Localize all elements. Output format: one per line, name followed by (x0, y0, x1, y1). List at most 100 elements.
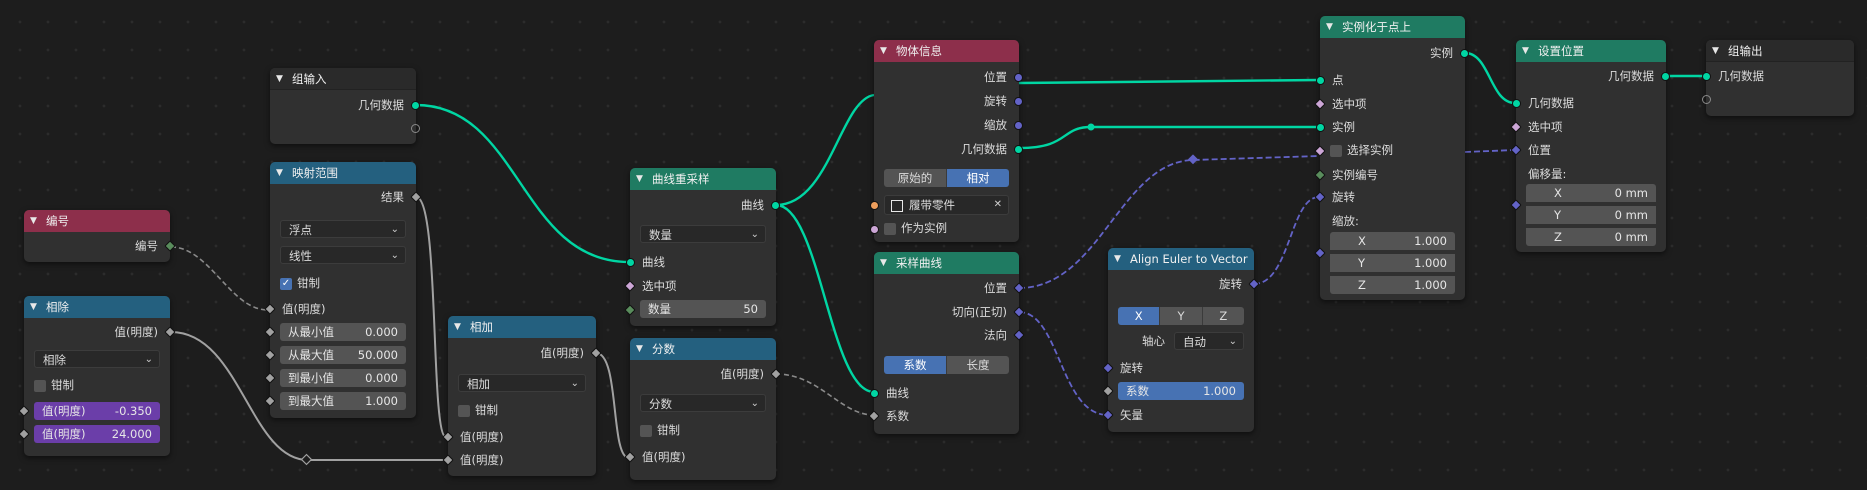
value-b-field[interactable]: 值(明度) 24.000 (34, 425, 160, 443)
sample-mode-toggle[interactable]: 系数 长度 (884, 356, 1009, 374)
mode-length[interactable]: 长度 (947, 356, 1009, 374)
object-info-node[interactable]: ▼ 物体信息 位置 旋转 缩放 几何数据 原始的 相对 履带零件 ✕ 作为实例 (870, 40, 1023, 242)
offset-x-field[interactable]: X 0 mm (1526, 184, 1656, 202)
count-field[interactable]: 数量 50 (640, 300, 766, 318)
clamp-checkbox[interactable]: ✓ 钳制 (280, 275, 320, 291)
index-node[interactable]: ▼ 编号 编号 (24, 210, 176, 262)
node-header[interactable]: ▼ 物体信息 (874, 40, 1019, 62)
chevron-down-icon[interactable]: ▼ (636, 174, 646, 184)
divide-node[interactable]: ▼ 相除 值(明度) 相除 ⌄ 钳制 值(明度) -0.350 值(明度) 24.000 (18, 296, 176, 456)
object-picker[interactable]: 履带零件 ✕ (884, 195, 1009, 215)
chevron-down-icon[interactable]: ▼ (880, 46, 890, 56)
input-socket[interactable] (870, 225, 879, 234)
field-label: Z (1554, 230, 1562, 244)
clamp-checkbox[interactable]: 钳制 (458, 402, 498, 418)
chevron-down-icon[interactable]: ▼ (1712, 46, 1722, 56)
align-euler-node[interactable]: ▼ Align Euler to Vector 旋转 X Y Z 轴心 自动 ⌄ 旋… (1102, 248, 1260, 432)
node-header[interactable]: ▼ 实例化于点上 (1320, 16, 1465, 38)
node-header[interactable]: ▼ Align Euler to Vector (1108, 248, 1254, 270)
as-instance-checkbox[interactable]: 作为实例 (884, 220, 947, 236)
output-socket[interactable] (1661, 72, 1670, 81)
node-header[interactable]: ▼ 组输出 (1706, 40, 1854, 62)
pivot-dropdown[interactable]: 自动 ⌄ (1174, 332, 1244, 350)
chevron-down-icon[interactable]: ▼ (30, 302, 40, 312)
map-range-node[interactable]: ▼ 映射范围 结果 浮点 ⌄ 线性 ⌄ ✓ 钳制 值(明度) 从最小值 0.000 从最大… (264, 162, 422, 418)
offset-y-field[interactable]: Y 0 mm (1526, 206, 1656, 224)
output-socket[interactable] (1460, 49, 1469, 58)
mode-dropdown[interactable]: 数量 ⌄ (640, 225, 766, 243)
operation-dropdown[interactable]: 分数 ⌄ (640, 394, 766, 412)
field-value: 0.000 (365, 371, 398, 385)
from-min-field[interactable]: 从最小值 0.000 (280, 323, 406, 341)
checkbox-box[interactable] (458, 404, 470, 417)
checkbox-box[interactable] (640, 424, 652, 437)
factor-field[interactable]: 系数 1.000 (1118, 382, 1244, 400)
node-header[interactable]: ▼ 相加 (448, 316, 596, 338)
checkbox-box[interactable] (884, 222, 896, 235)
to-max-field[interactable]: 到最大值 1.000 (280, 392, 406, 410)
input-socket[interactable] (870, 201, 879, 210)
mode-original[interactable]: 原始的 (884, 169, 947, 187)
axis-x[interactable]: X (1118, 307, 1161, 325)
checkbox-box[interactable] (1330, 144, 1342, 157)
chevron-down-icon[interactable]: ▼ (1114, 254, 1124, 264)
node-header[interactable]: ▼ 设置位置 (1516, 40, 1666, 62)
from-max-field[interactable]: 从最大值 50.000 (280, 346, 406, 364)
clamp-checkbox[interactable]: 钳制 (34, 377, 74, 393)
scale-x-field[interactable]: X 1.000 (1330, 232, 1455, 250)
output-socket[interactable] (1014, 121, 1023, 130)
axis-z[interactable]: Z (1202, 307, 1244, 325)
output-socket[interactable] (411, 101, 420, 110)
group-input-node[interactable]: ▼ 组输入 几何数据 (270, 68, 420, 144)
instance-on-points-node[interactable]: ▼ 实例化于点上 实例 点 选中项 实例 选择实例 实例编号 旋转 缩放: X 1.… (1314, 16, 1469, 300)
value-a-field[interactable]: 值(明度) -0.350 (34, 402, 160, 420)
chevron-down-icon[interactable]: ▼ (880, 258, 890, 268)
checkbox-label: 钳制 (475, 403, 498, 417)
node-header[interactable]: ▼ 曲线重采样 (630, 168, 776, 190)
node-header[interactable]: ▼ 映射范围 (270, 162, 416, 184)
axis-toggle[interactable]: X Y Z (1118, 307, 1244, 325)
clear-icon[interactable]: ✕ (994, 196, 1002, 214)
output-socket[interactable] (1014, 145, 1023, 154)
transform-space-toggle[interactable]: 原始的 相对 (884, 169, 1009, 187)
chevron-down-icon[interactable]: ▼ (276, 168, 286, 178)
chevron-down-icon[interactable]: ▼ (276, 74, 286, 84)
node-header[interactable]: ▼ 采样曲线 (874, 252, 1019, 274)
output-socket[interactable] (1014, 73, 1023, 82)
scale-z-field[interactable]: Z 1.000 (1330, 276, 1455, 294)
mode-factor[interactable]: 系数 (884, 356, 947, 374)
resample-curve-node[interactable]: ▼ 曲线重采样 曲线 数量 ⌄ 曲线 选中项 数量 50 (624, 168, 780, 326)
operation-dropdown[interactable]: 相除 ⌄ (34, 350, 160, 368)
fraction-node[interactable]: ▼ 分数 值(明度) 分数 ⌄ 钳制 值(明度) (624, 338, 782, 480)
checkmark-icon[interactable]: ✓ (280, 277, 292, 290)
empty-input-socket[interactable] (1702, 95, 1711, 104)
chevron-down-icon[interactable]: ▼ (30, 216, 40, 226)
pick-instance-checkbox[interactable]: 选择实例 (1330, 142, 1393, 158)
node-header[interactable]: ▼ 编号 (24, 210, 170, 232)
output-socket[interactable] (1014, 97, 1023, 106)
clamp-checkbox[interactable]: 钳制 (640, 422, 680, 438)
axis-y[interactable]: Y (1160, 307, 1203, 325)
chevron-down-icon[interactable]: ▼ (454, 322, 464, 332)
offset-z-field[interactable]: Z 0 mm (1526, 228, 1656, 246)
data-type-dropdown[interactable]: 浮点 ⌄ (280, 220, 406, 238)
sample-curve-node[interactable]: ▼ 采样曲线 位置 切向(正切) 法向 系数 长度 曲线 系数 (868, 252, 1025, 434)
node-header[interactable]: ▼ 相除 (24, 296, 170, 318)
group-output-node[interactable]: ▼ 组输出 几何数据 (1702, 40, 1854, 116)
interpolation-dropdown[interactable]: 线性 ⌄ (280, 246, 406, 264)
chevron-down-icon[interactable]: ▼ (1522, 46, 1532, 56)
output-socket[interactable] (771, 201, 780, 210)
add-node[interactable]: ▼ 相加 值(明度) 相加 ⌄ 钳制 值(明度) 值(明度) (442, 316, 602, 476)
scale-y-field[interactable]: Y 1.000 (1330, 254, 1455, 272)
to-min-field[interactable]: 到最小值 0.000 (280, 369, 406, 387)
empty-output-socket[interactable] (411, 124, 420, 133)
mode-relative[interactable]: 相对 (947, 169, 1009, 187)
node-header[interactable]: ▼ 分数 (630, 338, 776, 360)
chevron-down-icon[interactable]: ▼ (1326, 22, 1336, 32)
instance-input-label: 实例 (1332, 120, 1355, 134)
checkbox-box[interactable] (34, 379, 46, 392)
chevron-down-icon[interactable]: ▼ (636, 344, 646, 354)
node-header[interactable]: ▼ 组输入 (270, 68, 416, 90)
operation-dropdown[interactable]: 相加 ⌄ (458, 374, 586, 392)
set-position-node[interactable]: ▼ 设置位置 几何数据 几何数据 选中项 位置 偏移量: X0 mm Y0 mm … (1510, 40, 1670, 252)
